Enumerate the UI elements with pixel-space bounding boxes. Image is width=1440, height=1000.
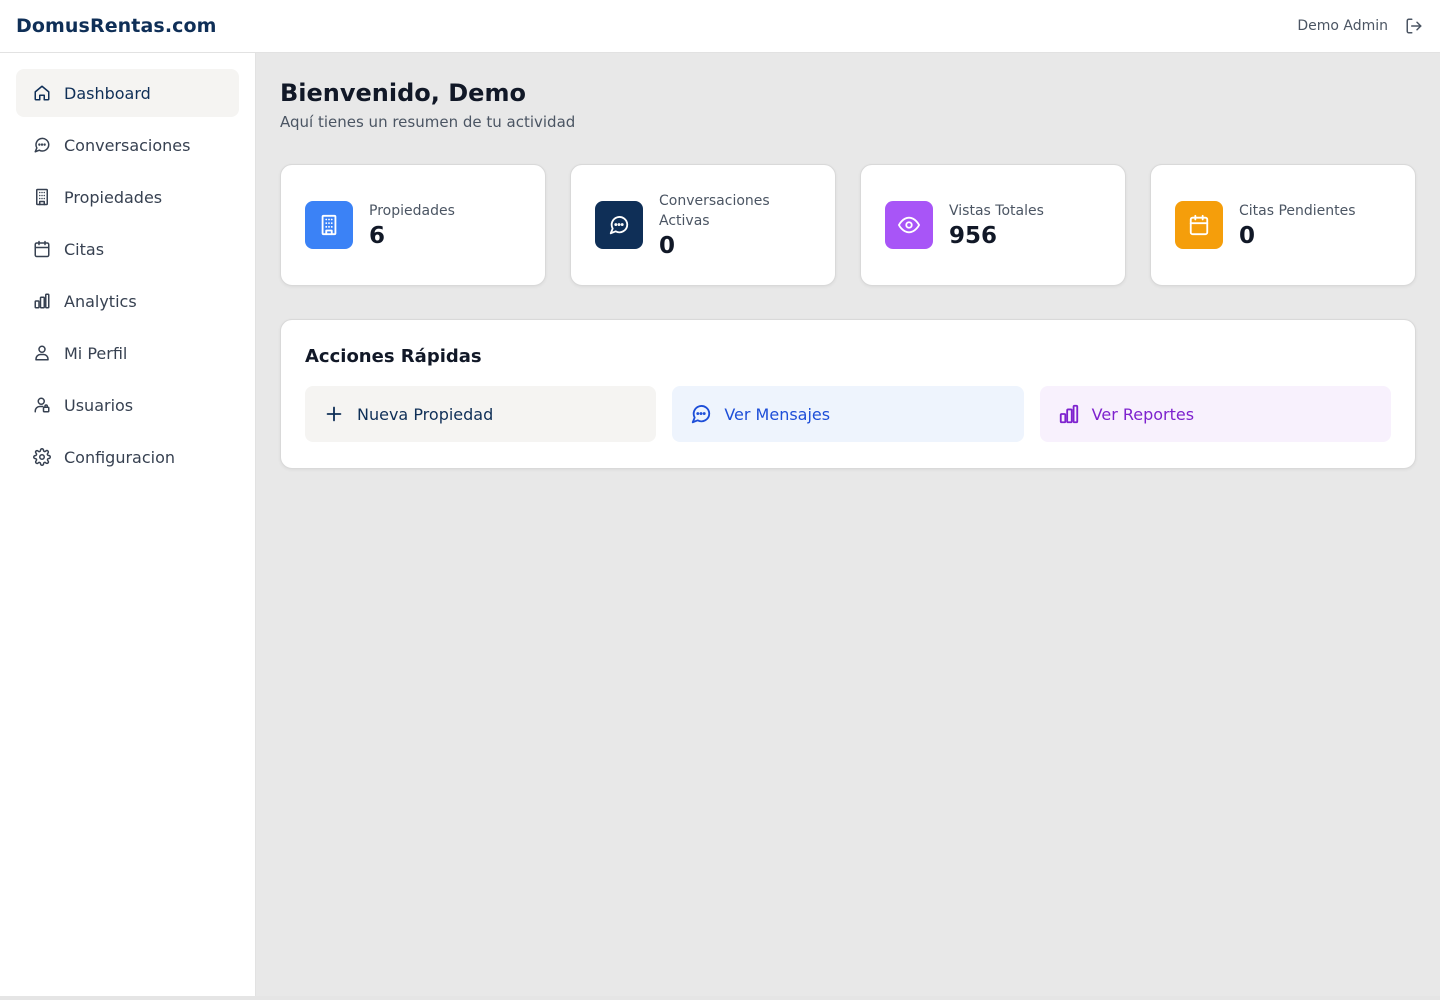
stat-value: 6 bbox=[369, 222, 386, 249]
action-label: Nueva Propiedad bbox=[357, 404, 494, 424]
sidebar-item-label: Conversaciones bbox=[64, 135, 191, 155]
quick-actions-panel: Acciones Rápidas Nueva Propiedad Ver Men… bbox=[280, 319, 1416, 469]
sidebar-item-label: Mi Perfil bbox=[64, 343, 128, 363]
user-name: Demo Admin bbox=[1297, 18, 1388, 34]
bar-chart-icon bbox=[33, 292, 51, 310]
action-label: Ver Mensajes bbox=[724, 404, 831, 424]
calendar-icon bbox=[33, 240, 51, 258]
stat-card-citas: Citas Pendientes 0 bbox=[1150, 164, 1416, 286]
sidebar-item-label: Configuracion bbox=[64, 447, 176, 467]
sidebar-item-conversaciones[interactable]: Conversaciones bbox=[16, 121, 239, 169]
building-icon bbox=[305, 201, 353, 249]
sidebar-item-label: Dashboard bbox=[64, 83, 151, 103]
stat-value: 0 bbox=[1239, 222, 1256, 249]
sidebar-item-analytics[interactable]: Analytics bbox=[16, 277, 239, 325]
stat-value: 0 bbox=[659, 232, 676, 259]
action-label: Ver Reportes bbox=[1091, 404, 1195, 424]
stats-row: Propiedades 6 Conversaciones Activas 0 V… bbox=[280, 164, 1416, 286]
plus-icon bbox=[323, 403, 345, 425]
gear-icon bbox=[33, 448, 51, 466]
sidebar-item-label: Citas bbox=[64, 239, 105, 259]
top-bar: DomusRentas.com Demo Admin bbox=[0, 0, 1440, 53]
stat-value: 956 bbox=[949, 222, 998, 249]
sidebar-item-usuarios[interactable]: Usuarios bbox=[16, 381, 239, 429]
sidebar-item-configuracion[interactable]: Configuracion bbox=[16, 433, 239, 481]
sidebar-item-label: Propiedades bbox=[64, 187, 163, 207]
stat-label: Vistas Totales bbox=[949, 202, 1044, 219]
sidebar-item-mi-perfil[interactable]: Mi Perfil bbox=[16, 329, 239, 377]
sidebar-item-label: Analytics bbox=[64, 291, 137, 311]
sidebar: Dashboard Conversaciones Propiedades Cit… bbox=[0, 53, 256, 996]
home-icon bbox=[33, 84, 51, 102]
bottom-scrollbar bbox=[0, 996, 1440, 1000]
brand-logo[interactable]: DomusRentas.com bbox=[16, 15, 217, 37]
sidebar-item-dashboard[interactable]: Dashboard bbox=[16, 69, 239, 117]
chat-icon bbox=[33, 136, 51, 154]
stat-label: Conversaciones Activas bbox=[659, 192, 770, 229]
page-subtitle: Aquí tienes un resumen de tu actividad bbox=[280, 113, 576, 131]
calendar-icon bbox=[1175, 201, 1223, 249]
stat-label: Propiedades bbox=[369, 202, 455, 219]
stat-label: Citas Pendientes bbox=[1239, 202, 1356, 219]
bar-chart-icon bbox=[1058, 403, 1080, 425]
eye-icon bbox=[885, 201, 933, 249]
sidebar-item-citas[interactable]: Citas bbox=[16, 225, 239, 273]
main-content: Bienvenido, Demo Aquí tienes un resumen … bbox=[256, 53, 1440, 996]
page-title: Bienvenido, Demo bbox=[280, 79, 526, 107]
user-area: Demo Admin bbox=[1297, 17, 1423, 35]
chat-icon bbox=[595, 201, 643, 249]
view-reports-button[interactable]: Ver Reportes bbox=[1039, 386, 1391, 442]
users-icon bbox=[33, 396, 51, 414]
view-messages-button[interactable]: Ver Mensajes bbox=[672, 386, 1024, 442]
sidebar-item-propiedades[interactable]: Propiedades bbox=[16, 173, 239, 221]
building-icon bbox=[33, 188, 51, 206]
new-property-button[interactable]: Nueva Propiedad bbox=[305, 386, 657, 442]
quick-actions-title: Acciones Rápidas bbox=[305, 346, 482, 367]
logout-icon[interactable] bbox=[1405, 17, 1423, 35]
stat-card-conversaciones: Conversaciones Activas 0 bbox=[570, 164, 836, 286]
chat-icon bbox=[690, 403, 712, 425]
quick-actions-row: Nueva Propiedad Ver Mensajes Ver Reporte… bbox=[305, 386, 1391, 442]
sidebar-item-label: Usuarios bbox=[64, 395, 134, 415]
user-icon bbox=[33, 344, 51, 362]
stat-card-propiedades: Propiedades 6 bbox=[280, 164, 546, 286]
stat-card-vistas: Vistas Totales 956 bbox=[860, 164, 1126, 286]
